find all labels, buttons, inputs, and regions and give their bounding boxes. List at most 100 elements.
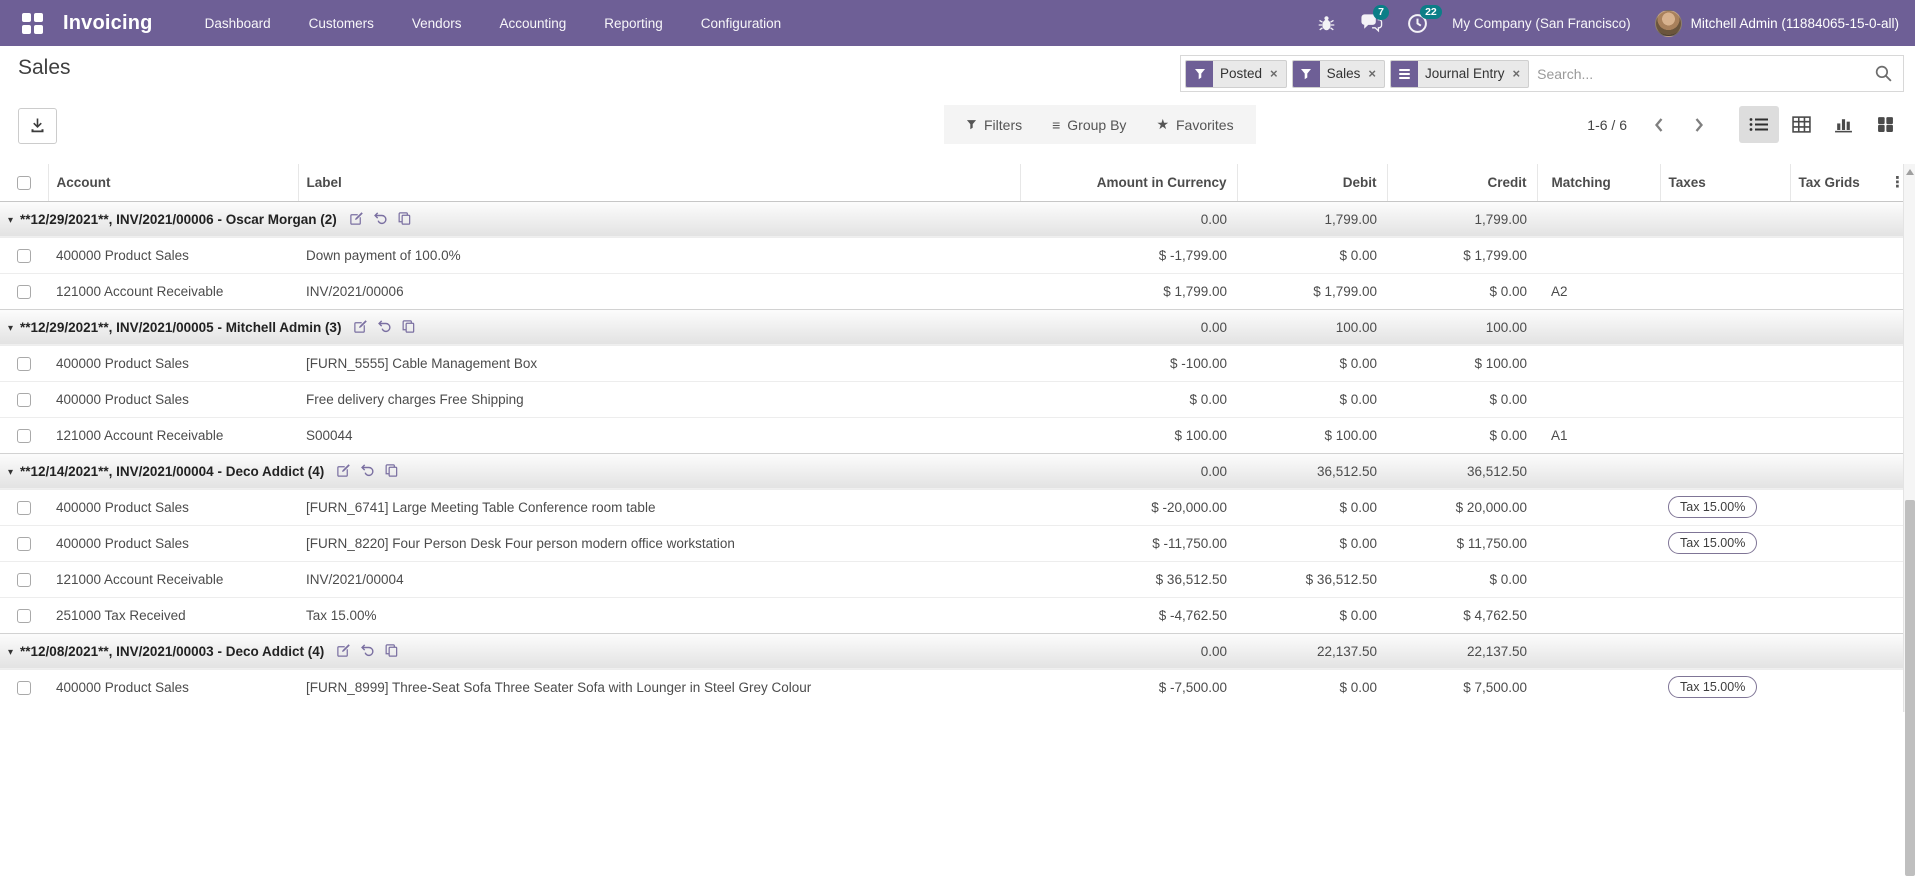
group-caret-icon[interactable]: ▾ [8, 467, 13, 478]
user-menu[interactable]: Mitchell Admin (11884065-15-0-all) [1654, 9, 1899, 37]
facet-remove-icon[interactable]: × [1512, 66, 1529, 81]
group-row[interactable]: ▾ **12/29/2021**, INV/2021/00005 - Mitche… [0, 308, 1903, 345]
group-caret-icon[interactable]: ▾ [8, 647, 13, 658]
journal-item-row[interactable]: 400000 Product Sales [FURN_8999] Three-Se… [0, 668, 1903, 705]
debit-cell[interactable]: $ 1,799.00 [1237, 272, 1387, 309]
taxes-cell[interactable] [1660, 236, 1790, 273]
label-cell[interactable]: [FURN_8999] Three-Seat Sofa Three Seater… [298, 668, 1020, 705]
credit-cell[interactable]: $ 11,750.00 [1387, 524, 1537, 561]
matching-cell[interactable] [1537, 524, 1660, 561]
credit-cell[interactable]: $ 0.00 [1387, 560, 1537, 597]
credit-cell[interactable]: $ 4,762.50 [1387, 596, 1537, 633]
debit-cell[interactable]: $ 36,512.50 [1237, 560, 1387, 597]
journal-item-row[interactable]: 400000 Product Sales Down payment of 100.… [0, 236, 1903, 273]
menu-item-customers[interactable]: Customers [309, 16, 374, 31]
group-reset-icon[interactable] [360, 463, 375, 478]
group-header-cell[interactable]: ▾ **12/29/2021**, INV/2021/00006 - Oscar … [0, 200, 1020, 237]
group-duplicate-icon[interactable] [397, 211, 412, 226]
export-button[interactable] [18, 108, 57, 144]
account-cell[interactable]: 121000 Account Receivable [48, 560, 298, 597]
menu-item-configuration[interactable]: Configuration [701, 16, 781, 31]
account-cell[interactable]: 400000 Product Sales [48, 236, 298, 273]
column-header-matching[interactable]: Matching [1537, 164, 1661, 202]
amount-currency-cell[interactable]: $ 1,799.00 [1020, 272, 1237, 309]
account-cell[interactable]: 400000 Product Sales [48, 668, 298, 705]
group-reset-icon[interactable] [360, 643, 375, 658]
row-checkbox[interactable] [17, 536, 31, 551]
scrollbar-thumb[interactable] [1905, 500, 1915, 876]
group-reset-icon[interactable] [373, 211, 388, 226]
journal-item-row[interactable]: 121000 Account Receivable INV/2021/00006 $… [0, 272, 1903, 309]
apps-menu-icon[interactable] [22, 12, 43, 34]
taxes-cell[interactable] [1660, 344, 1790, 381]
amount-currency-cell[interactable]: $ -1,799.00 [1020, 236, 1237, 273]
debit-cell[interactable]: $ 100.00 [1237, 416, 1387, 453]
search-input[interactable] [1529, 64, 1874, 83]
tax-grids-cell[interactable] [1790, 596, 1890, 633]
graph-view-button[interactable] [1823, 106, 1863, 143]
account-cell[interactable]: 400000 Product Sales [48, 488, 298, 525]
journal-item-row[interactable]: 121000 Account Receivable S00044 $ 100.00 $… [0, 416, 1903, 453]
credit-cell[interactable]: $ 7,500.00 [1387, 668, 1537, 705]
taxes-cell[interactable]: Tax 15.00% [1660, 488, 1790, 525]
label-cell[interactable]: INV/2021/00006 [298, 272, 1020, 309]
taxes-cell[interactable] [1660, 380, 1790, 417]
row-checkbox[interactable] [17, 608, 31, 623]
menu-item-dashboard[interactable]: Dashboard [205, 16, 271, 31]
vertical-scrollbar[interactable] [1903, 164, 1915, 876]
group-row[interactable]: ▾ **12/08/2021**, INV/2021/00003 - Deco A… [0, 632, 1903, 669]
column-header-label[interactable]: Label [298, 164, 1021, 202]
tax-grids-cell[interactable] [1790, 344, 1890, 381]
credit-cell[interactable]: $ 0.00 [1387, 272, 1537, 309]
column-header-taxes[interactable]: Taxes [1660, 164, 1791, 202]
column-header-amount-currency[interactable]: Amount in Currency [1020, 164, 1238, 202]
row-checkbox[interactable] [17, 680, 31, 695]
amount-currency-cell[interactable]: $ -100.00 [1020, 344, 1237, 381]
account-cell[interactable]: 400000 Product Sales [48, 344, 298, 381]
journal-item-row[interactable]: 400000 Product Sales Free delivery charge… [0, 380, 1903, 417]
credit-cell[interactable]: $ 0.00 [1387, 416, 1537, 453]
group-duplicate-icon[interactable] [401, 319, 416, 334]
tax-grids-cell[interactable] [1790, 488, 1890, 525]
search-icon[interactable] [1874, 64, 1893, 83]
account-cell[interactable]: 400000 Product Sales [48, 524, 298, 561]
tax-grids-cell[interactable] [1790, 272, 1890, 309]
label-cell[interactable]: [FURN_8220] Four Person Desk Four person… [298, 524, 1020, 561]
journal-item-row[interactable]: 400000 Product Sales [FURN_8220] Four Per… [0, 524, 1903, 561]
tax-grids-cell[interactable] [1790, 236, 1890, 273]
amount-currency-cell[interactable]: $ 0.00 [1020, 380, 1237, 417]
label-cell[interactable]: [FURN_5555] Cable Management Box [298, 344, 1020, 381]
matching-cell[interactable] [1537, 236, 1660, 273]
menu-item-vendors[interactable]: Vendors [412, 16, 462, 31]
row-checkbox[interactable] [17, 356, 31, 371]
group-caret-icon[interactable]: ▾ [8, 215, 13, 226]
amount-currency-cell[interactable]: $ 36,512.50 [1020, 560, 1237, 597]
taxes-cell[interactable] [1660, 560, 1790, 597]
matching-cell[interactable] [1537, 488, 1660, 525]
facet-remove-icon[interactable]: × [1367, 66, 1384, 81]
row-checkbox[interactable] [17, 284, 31, 299]
credit-cell[interactable]: $ 20,000.00 [1387, 488, 1537, 525]
tax-grids-cell[interactable] [1790, 416, 1890, 453]
group-header-cell[interactable]: ▾ **12/29/2021**, INV/2021/00005 - Mitche… [0, 308, 1020, 345]
amount-currency-cell[interactable]: $ -7,500.00 [1020, 668, 1237, 705]
group-header-cell[interactable]: ▾ **12/14/2021**, INV/2021/00004 - Deco A… [0, 452, 1020, 489]
pivot-view-button[interactable] [1781, 106, 1821, 143]
debit-cell[interactable]: $ 0.00 [1237, 380, 1387, 417]
debit-cell[interactable]: $ 0.00 [1237, 488, 1387, 525]
tax-grids-cell[interactable] [1790, 560, 1890, 597]
row-checkbox[interactable] [17, 392, 31, 407]
search-facet-sales[interactable]: Sales × [1291, 59, 1385, 88]
menu-item-reporting[interactable]: Reporting [604, 16, 663, 31]
taxes-cell[interactable] [1660, 416, 1790, 453]
row-checkbox[interactable] [17, 428, 31, 443]
group-duplicate-icon[interactable] [384, 463, 399, 478]
debit-cell[interactable]: $ 0.00 [1237, 668, 1387, 705]
amount-currency-cell[interactable]: $ 100.00 [1020, 416, 1237, 453]
column-header-tax-grids[interactable]: Tax Grids [1790, 164, 1890, 202]
group-edit-icon[interactable] [353, 319, 368, 334]
debit-cell[interactable]: $ 0.00 [1237, 524, 1387, 561]
group-edit-icon[interactable] [336, 463, 351, 478]
group-row[interactable]: ▾ **12/14/2021**, INV/2021/00004 - Deco A… [0, 452, 1903, 489]
pager-next-icon[interactable] [1692, 115, 1707, 135]
